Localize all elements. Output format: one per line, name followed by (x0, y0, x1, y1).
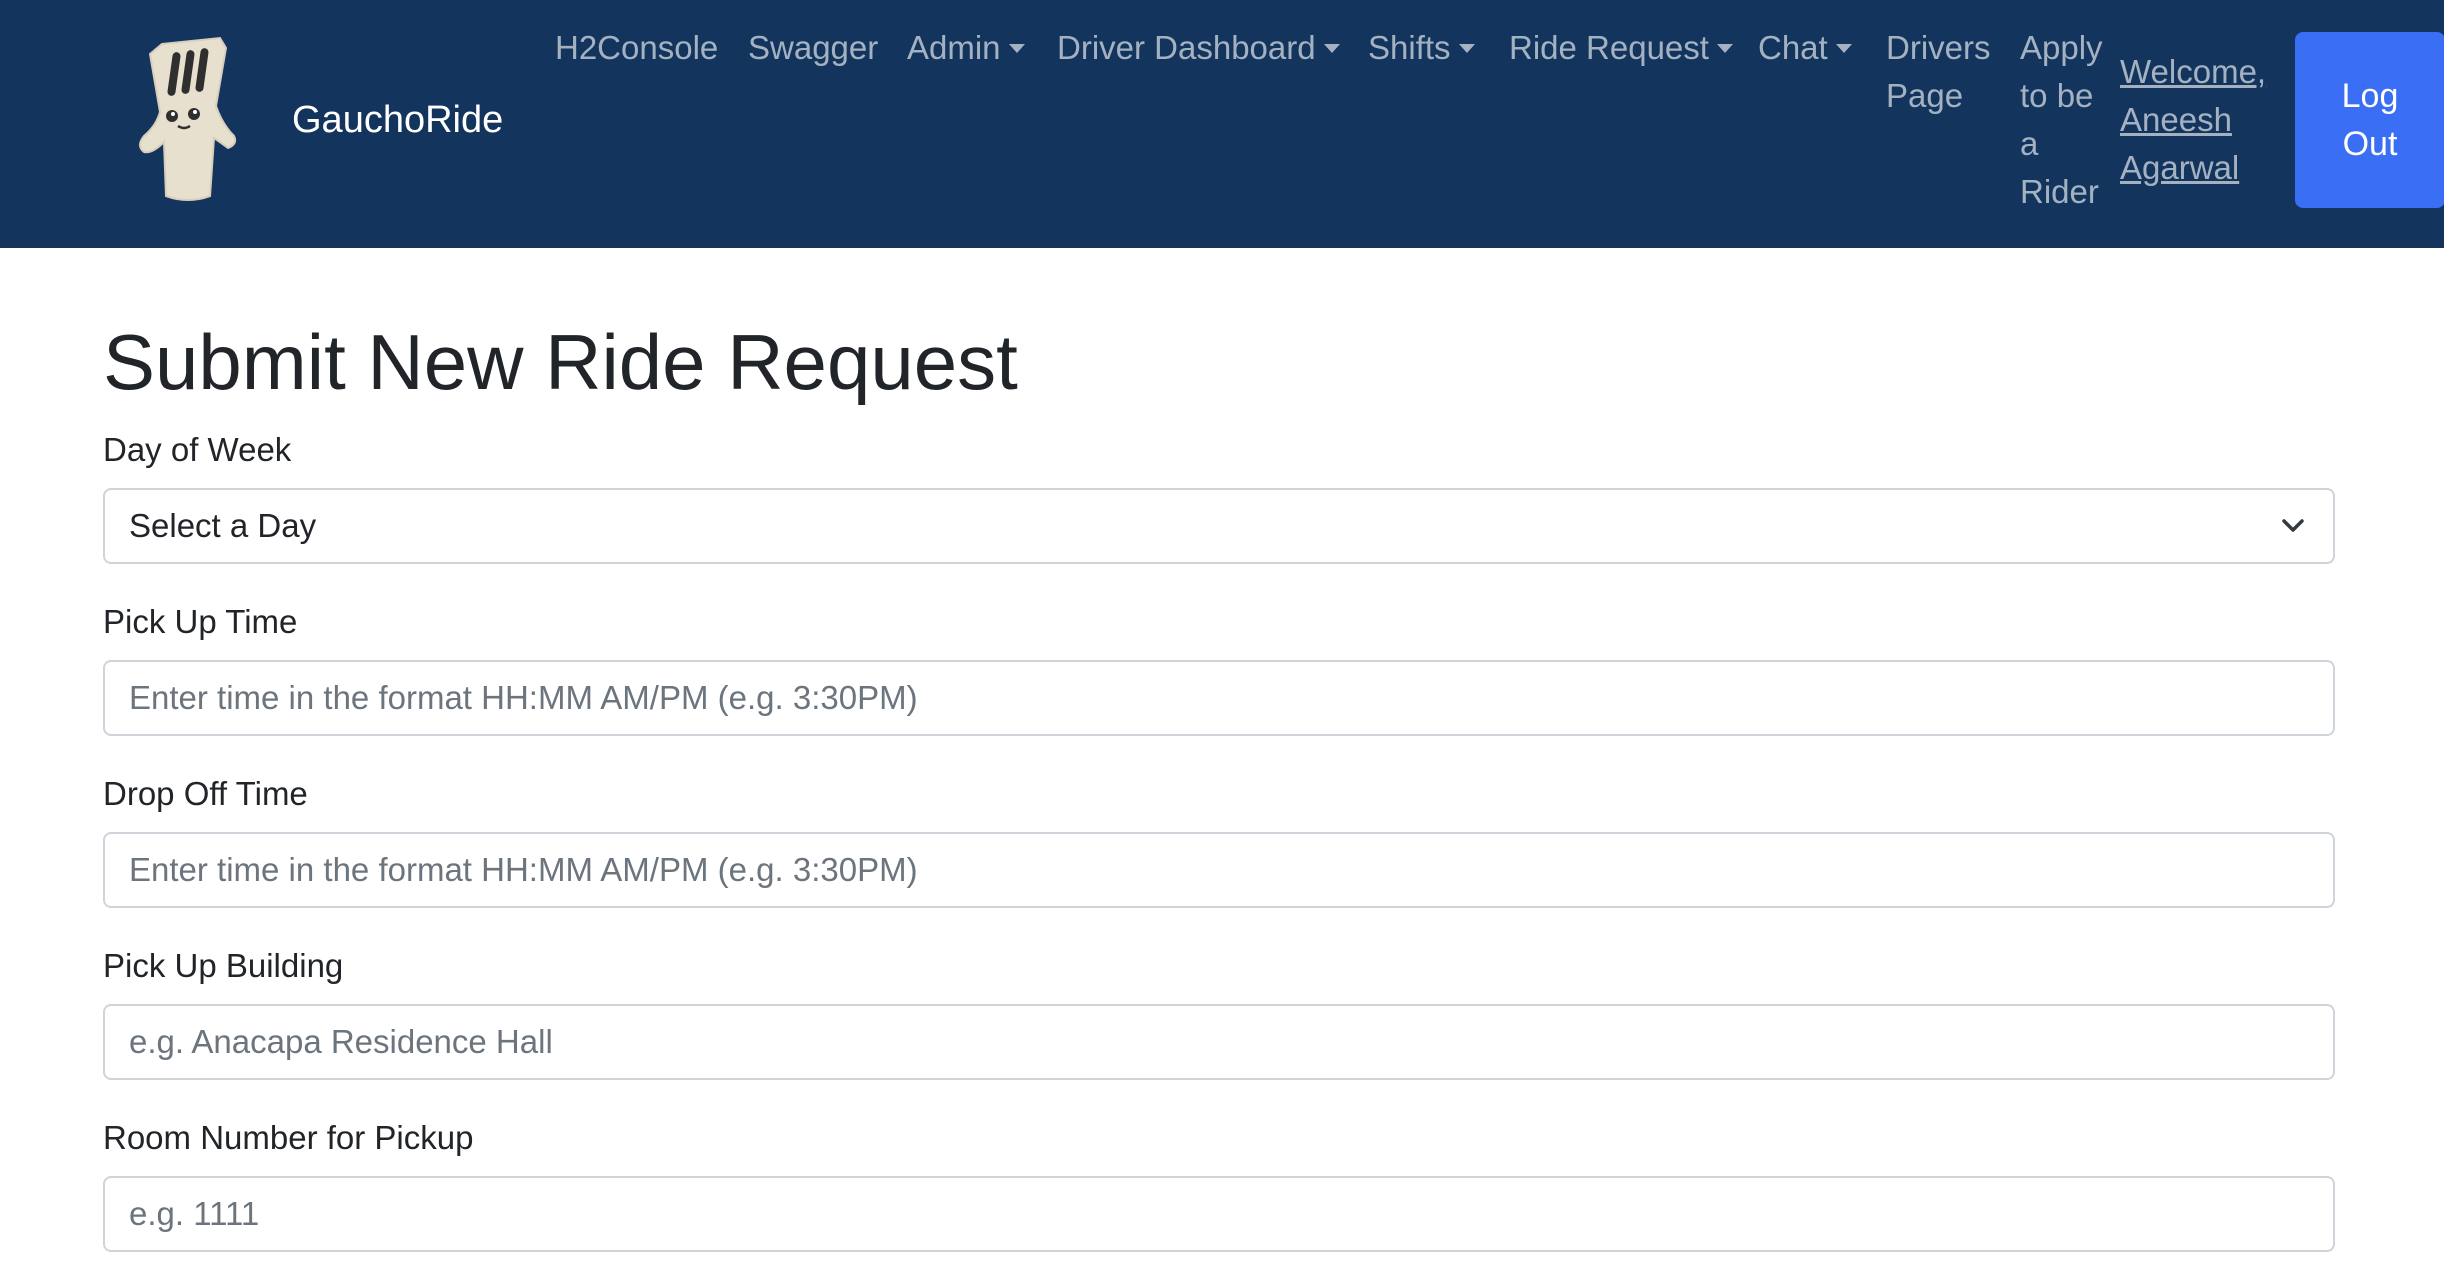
nav-admin-label: Admin (907, 29, 1001, 66)
logout-label-line: Log (2341, 77, 2399, 115)
welcome-line: Aneesh (2120, 101, 2232, 138)
dropoff-time-placeholder: Enter time in the format HH:MM AM/PM (e.… (129, 851, 918, 888)
nav-chat-label: Chat (1758, 29, 1828, 66)
nav-apply-rider-line: Apply (2020, 29, 2103, 66)
dropoff-time-input[interactable]: Enter time in the format HH:MM AM/PM (e.… (103, 832, 2335, 908)
caret-down-icon (1008, 44, 1025, 53)
nav-driver-dashboard-dropdown[interactable]: Driver Dashboard (1057, 24, 1340, 72)
nav-drivers-page-line: Drivers (1886, 29, 1991, 66)
welcome-line: Agarwal (2120, 149, 2240, 186)
nav-apply-rider-line: Rider (2020, 173, 2099, 210)
nav-h2console-label: H2Console (555, 29, 719, 66)
nav-ride-request-dropdown[interactable]: Ride Request (1509, 24, 1733, 72)
page-title: Submit New Ride Request (103, 318, 1018, 406)
nav-shifts-label: Shifts (1368, 29, 1451, 66)
nav-swagger-label: Swagger (748, 29, 879, 66)
nav-apply-rider-line: a (2020, 125, 2039, 162)
nav-h2console[interactable]: H2Console (555, 24, 718, 72)
nav-apply-rider-line: to be (2020, 77, 2094, 114)
nav-drivers-page-line: Page (1886, 77, 1964, 114)
day-of-week-selected-value: Select a Day (129, 507, 317, 544)
nav-drivers-page[interactable]: Drivers Page (1886, 24, 1991, 120)
pickup-time-input[interactable]: Enter time in the format HH:MM AM/PM (e.… (103, 660, 2335, 736)
caret-down-icon (1458, 44, 1475, 53)
nav-chat-dropdown[interactable]: Chat (1758, 24, 1852, 72)
pickup-building-placeholder: e.g. Anacapa Residence Hall (129, 1023, 553, 1060)
nav-shifts-dropdown[interactable]: Shifts (1368, 24, 1475, 72)
brand-name[interactable]: GauchoRide (292, 96, 503, 144)
nav-driver-dashboard-label: Driver Dashboard (1057, 29, 1316, 66)
day-of-week-select[interactable]: Select a Day (103, 488, 2335, 564)
pickup-room-placeholder: e.g. 1111 (129, 1195, 260, 1232)
pickup-building-input[interactable]: e.g. Anacapa Residence Hall (103, 1004, 2335, 1080)
welcome-line: Welcome, (2120, 53, 2267, 90)
caret-down-icon (1835, 44, 1852, 53)
caret-down-icon (1323, 44, 1340, 53)
logout-button[interactable]: Log Out (2295, 32, 2444, 208)
nav-ride-request-label: Ride Request (1509, 29, 1709, 66)
pickup-building-label: Pick Up Building (103, 947, 344, 984)
nav-apply-rider[interactable]: Apply to be a Rider (2020, 24, 2103, 216)
nav-admin-dropdown[interactable]: Admin (907, 24, 1025, 72)
pickup-room-input[interactable]: e.g. 1111 (103, 1176, 2335, 1252)
welcome-profile-link[interactable]: Welcome, Aneesh Agarwal (2120, 48, 2266, 192)
gaucho-mascot-logo-icon[interactable] (130, 36, 240, 204)
nav-swagger[interactable]: Swagger (748, 24, 878, 72)
dropoff-time-label: Drop Off Time (103, 775, 308, 812)
logout-label-line: Out (2342, 125, 2398, 163)
day-of-week-label: Day of Week (103, 431, 292, 468)
chevron-down-icon (2282, 519, 2304, 532)
caret-down-icon (1716, 44, 1733, 53)
pickup-room-label: Room Number for Pickup (103, 1119, 474, 1156)
pickup-time-placeholder: Enter time in the format HH:MM AM/PM (e.… (129, 679, 918, 716)
pickup-time-label: Pick Up Time (103, 603, 298, 640)
top-navbar: GauchoRide H2Console Swagger Admin Drive… (0, 0, 2444, 248)
